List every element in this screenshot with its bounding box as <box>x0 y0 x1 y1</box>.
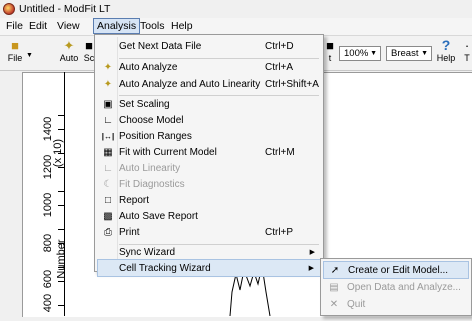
tissue-select[interactable]: Breast ▼ <box>386 46 432 61</box>
y-tick <box>58 229 64 230</box>
menu-item-get-next-data-file[interactable]: Get Next Data File Ctrl+D <box>97 38 321 56</box>
submenu-item-label: Create or Edit Model... <box>348 265 449 276</box>
overflow-toolbar-label: T <box>464 53 470 63</box>
submenu-item-quit[interactable]: ✕ Quit <box>323 296 469 314</box>
menu-item-label: Get Next Data File <box>119 41 202 52</box>
menu-tools[interactable]: Tools <box>137 20 168 32</box>
menu-file[interactable]: File <box>3 20 26 32</box>
sc-toolbar-label: Sc <box>83 53 95 63</box>
y-axis-line <box>64 72 65 316</box>
y-tick-label: 1000 <box>42 192 54 218</box>
menu-item-shortcut: Ctrl+Shift+A <box>265 79 319 90</box>
auto-toolbar-label: Auto <box>59 53 79 63</box>
magic-wand-icon: ✦ <box>103 79 113 90</box>
y-tick <box>58 243 64 244</box>
open-folder-icon: ▤ <box>329 282 339 293</box>
tissue-value: Breast <box>391 48 419 59</box>
menu-item-shortcut: Ctrl+A <box>265 62 294 73</box>
y-tick-label: 1200 <box>42 154 54 180</box>
y-tick-label: 800 <box>42 233 54 253</box>
y-tick <box>58 191 64 192</box>
menu-item-label: Auto Analyze and Auto Linearity <box>119 79 261 90</box>
overflow-icon: · <box>464 38 470 53</box>
menu-help[interactable]: Help <box>168 20 196 32</box>
menu-item-shortcut: Ctrl+D <box>265 41 294 52</box>
zoom-select[interactable]: 100% ▼ <box>339 46 381 61</box>
menu-view[interactable]: View <box>54 20 83 32</box>
window-title: Untitled - ModFit LT <box>19 3 111 15</box>
zoom-value: 100% <box>344 48 369 59</box>
file-dropdown-arrow[interactable]: ▼ <box>26 52 33 59</box>
app-icon <box>3 3 15 15</box>
help-toolbar-button[interactable]: ? Help <box>436 37 456 64</box>
magic-wand-icon: ✦ <box>63 38 75 53</box>
t-toolbar-button[interactable]: ■ t <box>325 38 335 63</box>
submenu-arrow-icon: ▶ <box>308 265 314 272</box>
toolbar-icon: ■ <box>326 38 334 53</box>
menu-item-label: Cell Tracking Wizard <box>119 263 211 274</box>
y-tick <box>58 205 64 206</box>
auto-toolbar-button[interactable]: ✦ Auto <box>58 38 80 63</box>
submenu-item-create-edit-model[interactable]: ➚ Create or Edit Model... <box>323 261 469 279</box>
y-tick <box>58 115 64 116</box>
menu-item-cell-tracking-wizard[interactable]: Cell Tracking Wizard ▶ <box>97 259 321 277</box>
y-tick <box>58 305 64 306</box>
help-icon: ? <box>441 37 451 53</box>
menu-item-auto-analyze-linearity[interactable]: ✦ Auto Analyze and Auto Linearity Ctrl+S… <box>97 76 321 94</box>
wand-icon: ➚ <box>330 265 340 276</box>
y-tick <box>58 267 64 268</box>
file-toolbar-label: File <box>7 53 23 63</box>
menu-analysis[interactable]: Analysis <box>93 18 141 34</box>
cell-tracking-submenu: ➚ Create or Edit Model... ▤ Open Data an… <box>320 258 472 316</box>
y-tick <box>58 129 64 130</box>
menu-item-label: Print <box>119 227 140 238</box>
y-tick <box>58 167 64 168</box>
menu-edit[interactable]: Edit <box>26 20 50 32</box>
submenu-item-label: Quit <box>347 299 366 310</box>
t-toolbar-label: t <box>328 53 332 63</box>
menu-item-auto-analyze[interactable]: ✦ Auto Analyze Ctrl+A <box>97 59 321 77</box>
chevron-down-icon: ▼ <box>370 50 377 57</box>
menu-item-label: Auto Analyze <box>119 62 178 73</box>
menu-item-print[interactable]: ⎙ Print Ctrl+P <box>97 224 321 242</box>
chevron-down-icon: ▼ <box>421 50 428 57</box>
title-bar: Untitled - ModFit LT <box>0 0 472 18</box>
analysis-menu: Get Next Data File Ctrl+D ✦ Auto Analyze… <box>94 34 324 277</box>
magic-wand-icon: ✦ <box>103 62 113 73</box>
quit-icon: ✕ <box>329 299 339 310</box>
printer-icon: ⎙ <box>104 227 112 238</box>
file-toolbar-button[interactable]: ■ File <box>4 38 26 63</box>
help-toolbar-label: Help <box>436 53 456 63</box>
y-tick-label: 1400 <box>42 116 54 142</box>
y-tick <box>58 153 64 154</box>
overflow-toolbar-button[interactable]: · T <box>462 38 472 63</box>
y-axis-title: Number <box>55 239 68 279</box>
submenu-item-label: Open Data and Analyze... <box>347 282 461 293</box>
submenu-item-open-data-analyze[interactable]: ▤ Open Data and Analyze... <box>323 279 469 297</box>
folder-icon: ■ <box>11 38 19 53</box>
menu-item-shortcut: Ctrl+P <box>265 227 294 238</box>
y-tick <box>58 281 64 282</box>
